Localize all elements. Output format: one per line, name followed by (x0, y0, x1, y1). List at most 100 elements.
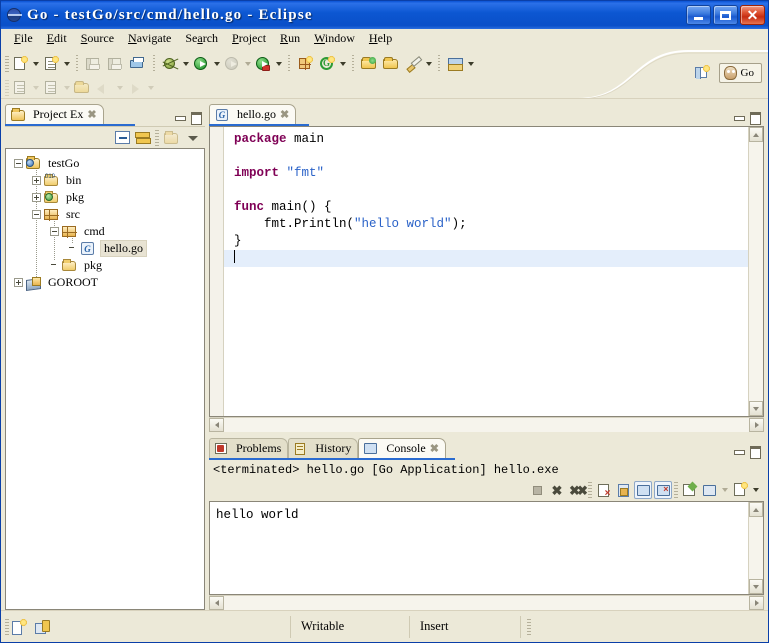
console-scroll-track[interactable] (749, 517, 763, 579)
tab-history[interactable]: History (288, 438, 358, 458)
link-with-editor-icon[interactable] (135, 131, 150, 144)
print-icon[interactable] (126, 53, 148, 75)
editor-annotation-ruler[interactable] (210, 127, 224, 416)
tab-console-close-icon[interactable]: ✖ (430, 442, 439, 455)
new-file-icon[interactable] (9, 53, 31, 75)
console-vertical-scrollbar[interactable] (748, 502, 763, 594)
menu-help[interactable]: Help (362, 29, 399, 48)
console-scroll-right-button[interactable] (749, 596, 764, 610)
tab-console[interactable]: Console ✖ (358, 438, 446, 458)
tab-hello-go-close-icon[interactable]: ✖ (280, 108, 289, 121)
new-element-icon[interactable] (9, 619, 27, 635)
menu-edit[interactable]: Edit (40, 29, 74, 48)
perspective-go-button[interactable]: Go (719, 63, 762, 83)
tab-project-explorer-close-icon[interactable]: ✖ (87, 108, 96, 121)
tree-row[interactable]: 010 bin (6, 172, 204, 189)
menu-window[interactable]: Window (307, 29, 362, 48)
maximize-editor-button[interactable] (748, 111, 761, 122)
menu-search[interactable]: Search (178, 29, 225, 48)
menu-project[interactable]: Project (225, 29, 273, 48)
maximize-view-button[interactable] (189, 111, 202, 122)
code-area[interactable]: package main import "fmt" func main() { … (224, 127, 748, 416)
tab-project-explorer[interactable]: Project Ex ✖ (5, 104, 104, 124)
minimize-editor-button[interactable] (732, 111, 745, 122)
tree-expander-expand[interactable] (32, 176, 41, 185)
view-menu-icon[interactable] (187, 132, 199, 144)
debug-dropdown-icon[interactable] (181, 53, 190, 75)
open-resource-icon[interactable] (358, 53, 380, 75)
status-position-handle[interactable] (527, 619, 531, 635)
history-icon (294, 442, 307, 455)
editor-vertical-scrollbar[interactable] (748, 127, 763, 416)
scroll-right-button[interactable] (749, 418, 764, 432)
project-tree[interactable]: testGo 010 bin pkg src (5, 148, 205, 610)
display-selected-console-icon[interactable] (700, 481, 718, 499)
tree-row[interactable]: GOROOT (6, 274, 204, 291)
new-wizard-icon[interactable] (40, 53, 62, 75)
tree-expander-expand[interactable] (14, 278, 23, 287)
menu-file[interactable]: File (7, 29, 40, 48)
clear-console-icon[interactable] (594, 481, 612, 499)
menu-source[interactable]: Source (74, 29, 121, 48)
scroll-track[interactable] (749, 142, 763, 401)
tab-problems[interactable]: Problems (209, 438, 288, 458)
toggle-view-icon[interactable] (33, 619, 51, 635)
tree-expander-expand[interactable] (32, 193, 41, 202)
new-file-dropdown-icon[interactable] (31, 53, 40, 75)
new-wizard-dropdown-icon[interactable] (62, 53, 71, 75)
console-body[interactable]: hello world (209, 501, 764, 595)
show-on-output-icon[interactable] (634, 481, 652, 499)
new-go-file-icon[interactable]: G (316, 53, 338, 75)
tree-row[interactable]: pkg (6, 257, 204, 274)
minimize-view-button[interactable] (173, 111, 186, 122)
tab-hello-go[interactable]: G hello.go ✖ (209, 104, 296, 124)
open-console-icon[interactable] (731, 481, 749, 499)
scroll-lock-icon[interactable] (614, 481, 632, 499)
pencil-dropdown-icon[interactable] (424, 53, 433, 75)
tree-expander-collapse[interactable] (14, 159, 23, 168)
new-go-file-dropdown-icon[interactable] (338, 53, 347, 75)
tree-expander-collapse[interactable] (32, 210, 41, 219)
external-tools-dropdown-icon[interactable] (274, 53, 283, 75)
show-on-error-icon[interactable] (654, 481, 672, 499)
pencil-icon[interactable] (402, 53, 424, 75)
new-package-icon[interactable] (294, 53, 316, 75)
console-hscroll-track[interactable] (224, 596, 749, 610)
tree-expander-collapse[interactable] (50, 227, 59, 236)
project-explorer-view: Project Ex ✖ (5, 102, 205, 610)
tree-row[interactable]: cmd (6, 223, 204, 240)
menu-navigate[interactable]: Navigate (121, 29, 178, 48)
tree-row[interactable]: src (6, 206, 204, 223)
sync-icon[interactable] (444, 53, 466, 75)
console-scroll-left-button[interactable] (209, 596, 224, 610)
tree-row[interactable]: testGo (6, 155, 204, 172)
external-tools-icon[interactable] (252, 53, 274, 75)
sync-dropdown-icon[interactable] (466, 53, 475, 75)
console-scroll-up-button[interactable] (749, 502, 763, 517)
open-console-dropdown-icon[interactable] (751, 479, 760, 501)
tree-row-selected[interactable]: G hello.go (6, 240, 204, 257)
debug-icon[interactable] (159, 53, 181, 75)
console-horizontal-scrollbar[interactable] (209, 595, 764, 610)
remove-launch-icon[interactable]: ✖ (548, 481, 566, 499)
editor-horizontal-scrollbar[interactable] (209, 417, 764, 432)
minimize-button[interactable] (686, 5, 711, 25)
run-dropdown-icon[interactable] (212, 53, 221, 75)
close-button[interactable]: ✕ (740, 5, 765, 25)
scroll-left-button[interactable] (209, 418, 224, 432)
open-folder-icon[interactable] (380, 53, 402, 75)
scroll-down-button[interactable] (749, 401, 763, 416)
maximize-button[interactable] (713, 5, 738, 25)
pin-console-icon[interactable] (680, 481, 698, 499)
collapse-all-icon[interactable] (115, 131, 130, 144)
remove-all-launches-icon[interactable]: ✖✖ (568, 481, 586, 499)
tree-row[interactable]: pkg (6, 189, 204, 206)
maximize-console-button[interactable] (748, 445, 761, 456)
scroll-up-button[interactable] (749, 127, 763, 142)
open-perspective-icon[interactable] (691, 62, 713, 84)
minimize-console-button[interactable] (732, 445, 745, 456)
hscroll-track[interactable] (224, 418, 749, 432)
console-scroll-down-button[interactable] (749, 579, 763, 594)
menu-run[interactable]: Run (273, 29, 307, 48)
run-icon[interactable] (190, 53, 212, 75)
